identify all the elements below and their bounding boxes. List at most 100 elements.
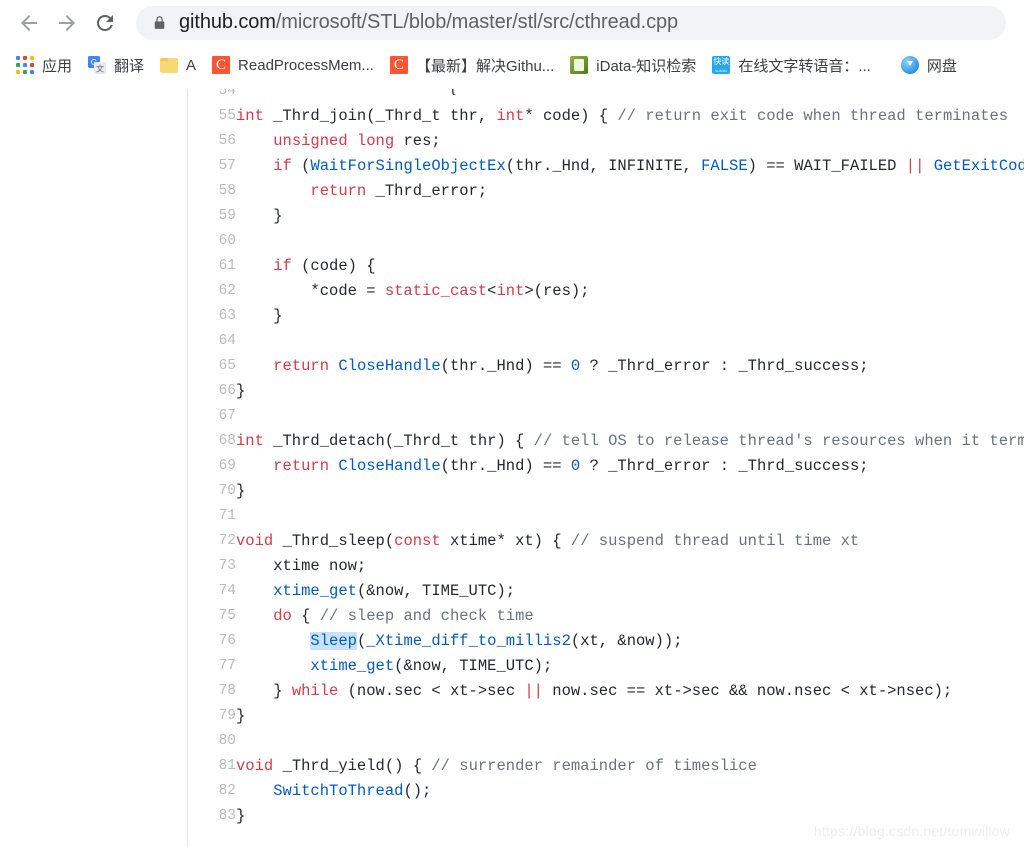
bookmark-pan[interactable]: 网盘 — [893, 51, 965, 79]
code-line-content[interactable]: } — [236, 379, 1024, 404]
code-line-content[interactable]: return CloseHandle(thr._Hnd) == 0 ? _Thr… — [236, 354, 1024, 379]
bookmark-idata[interactable]: iData-知识检索 — [562, 51, 704, 79]
code-line: 67 — [188, 404, 1024, 429]
line-number[interactable]: 80 — [188, 729, 236, 754]
line-number[interactable]: 57 — [188, 154, 236, 179]
code-line-content[interactable]: xtime_get(&now, TIME_UTC); — [236, 654, 1024, 679]
code-token: xtime now; — [236, 557, 367, 575]
line-number[interactable]: 62 — [188, 279, 236, 304]
line-number[interactable]: 72 — [188, 529, 236, 554]
line-number[interactable]: 66 — [188, 379, 236, 404]
line-number[interactable]: 73 — [188, 554, 236, 579]
code-line-content[interactable]: return _Thrd_error; — [236, 179, 1024, 204]
code-line-content[interactable]: } — [236, 304, 1024, 329]
line-number[interactable]: 61 — [188, 254, 236, 279]
line-number[interactable]: 76 — [188, 629, 236, 654]
code-token: || — [905, 157, 925, 175]
line-number[interactable]: 68 — [188, 429, 236, 454]
code-line-content[interactable]: } — [236, 479, 1024, 504]
line-number[interactable]: 79 — [188, 704, 236, 729]
line-number[interactable]: 65 — [188, 354, 236, 379]
line-number[interactable]: 54 — [188, 89, 236, 104]
code-token: // tell OS to release thread's resources… — [533, 432, 1024, 450]
code-line-content[interactable]: do { // sleep and check time — [236, 604, 1024, 629]
line-number[interactable]: 70 — [188, 479, 236, 504]
line-number[interactable]: 60 — [188, 229, 236, 254]
code-line-content[interactable] — [236, 729, 1024, 754]
bookmark-tts[interactable]: 快读 kuaidu 在线文字转语音：... — [704, 51, 879, 79]
code-token: // sleep and check time — [319, 607, 534, 625]
bookmark-translate[interactable]: G 文 翻译 — [80, 51, 152, 79]
code-line-content[interactable]: int _Thrd_detach(_Thrd_t thr) { // tell … — [236, 429, 1024, 454]
code-token: GetExitCodeThread — [933, 157, 1024, 175]
code-line: 56 unsigned long res; — [188, 129, 1024, 154]
forward-button[interactable] — [48, 4, 86, 42]
line-number[interactable]: 83 — [188, 804, 236, 829]
bookmark-github-fix[interactable]: C 【最新】解决Githu... — [382, 51, 562, 79]
code-token: { — [291, 607, 320, 625]
code-line: 76 Sleep(_Xtime_diff_to_millis2(xt, &now… — [188, 629, 1024, 654]
code-line: 57 if (WaitForSingleObjectEx(thr._Hnd, I… — [188, 154, 1024, 179]
code-line-content[interactable]: *code = static_cast<int>(res); — [236, 279, 1024, 304]
bookmark-apps[interactable]: 应用 — [8, 51, 80, 79]
code-line-content[interactable] — [236, 229, 1024, 254]
code-line-content[interactable] — [236, 504, 1024, 529]
bookmark-label: iData-知识检索 — [596, 57, 697, 75]
code-token: (&now, TIME_UTC); — [394, 657, 553, 675]
code-line: 55 int _Thrd_join(_Thrd_t thr, int* code)… — [188, 104, 1024, 129]
bookmark-folder-a[interactable]: A — [152, 51, 204, 79]
code-token: while — [291, 682, 339, 700]
line-number[interactable]: 64 — [188, 329, 236, 354]
code-line-content[interactable]: return CloseHandle(thr._Hnd) == 0 ? _Thr… — [236, 454, 1024, 479]
code-token: (thr._Hnd) == — [440, 357, 571, 375]
bookmark-readprocessmem[interactable]: C ReadProcessMem... — [204, 51, 382, 79]
code-line-content[interactable]: SwitchToThread(); — [236, 779, 1024, 804]
code-line-content[interactable]: xtime_get(&now, TIME_UTC); — [236, 579, 1024, 604]
code-line-content[interactable]: } — [236, 204, 1024, 229]
address-bar[interactable]: github.com/microsoft/STL/blob/master/stl… — [136, 5, 1006, 40]
code-line-content[interactable]: Sleep(_Xtime_diff_to_millis2(xt, &now)); — [236, 629, 1024, 654]
code-line: 73 xtime now; — [188, 554, 1024, 579]
code-token: SwitchToThread — [273, 782, 404, 800]
line-number[interactable]: 56 — [188, 129, 236, 154]
reload-button[interactable] — [86, 4, 124, 42]
code-line: 81 void _Thrd_yield() { // surrender rema… — [188, 754, 1024, 779]
line-number[interactable]: 55 — [188, 104, 236, 129]
code-line-content[interactable]: } — [236, 704, 1024, 729]
line-number[interactable]: 74 — [188, 579, 236, 604]
line-number[interactable]: 58 — [188, 179, 236, 204]
back-button[interactable] — [10, 4, 48, 42]
line-number[interactable]: 82 — [188, 779, 236, 804]
csdn-icon: C — [389, 56, 408, 74]
line-number[interactable]: 78 — [188, 679, 236, 704]
code-token: long — [356, 132, 395, 150]
code-line-content[interactable]: if (code) { — [236, 254, 1024, 279]
code-line-content[interactable]: void _Thrd_yield() { // surrender remain… — [236, 754, 1024, 779]
line-number[interactable]: 69 — [188, 454, 236, 479]
line-number[interactable]: 59 — [188, 204, 236, 229]
code-line-content[interactable]: if (WaitForSingleObjectEx(thr._Hnd, INFI… — [236, 154, 1024, 179]
code-line-content[interactable]: } while (now.sec < xt->sec || now.sec ==… — [236, 679, 1024, 704]
code-token: || — [524, 682, 543, 700]
baidu-pan-icon — [900, 56, 919, 74]
code-line: 72 void _Thrd_sleep(const xtime* xt) { //… — [188, 529, 1024, 554]
code-line: 61 if (code) { — [188, 254, 1024, 279]
idata-icon — [570, 56, 589, 74]
line-number[interactable]: 77 — [188, 654, 236, 679]
line-number[interactable]: 71 — [188, 504, 236, 529]
code-line-content[interactable]: void _Thrd_sleep(const xtime* xt) { // s… — [236, 529, 1024, 554]
code-line-content[interactable]: unsigned long res; — [236, 129, 1024, 154]
line-number[interactable]: 75 — [188, 604, 236, 629]
line-number[interactable]: 63 — [188, 304, 236, 329]
code-line-content[interactable] — [236, 404, 1024, 429]
code-line-content[interactable] — [236, 89, 1024, 104]
line-number[interactable]: 81 — [188, 754, 236, 779]
code-line-content[interactable] — [236, 329, 1024, 354]
code-line-content[interactable]: int _Thrd_join(_Thrd_t thr, int* code) {… — [236, 104, 1024, 129]
code-line-content[interactable]: xtime now; — [236, 554, 1024, 579]
code-token: ? _Thrd_error : _Thrd_success; — [580, 457, 869, 475]
line-number[interactable]: 67 — [188, 404, 236, 429]
code-token: // return exit code when thread terminat… — [617, 107, 1009, 125]
code-viewer[interactable]: } 54 55int _Thrd_join(_Thrd_t thr, int* … — [187, 89, 1024, 847]
